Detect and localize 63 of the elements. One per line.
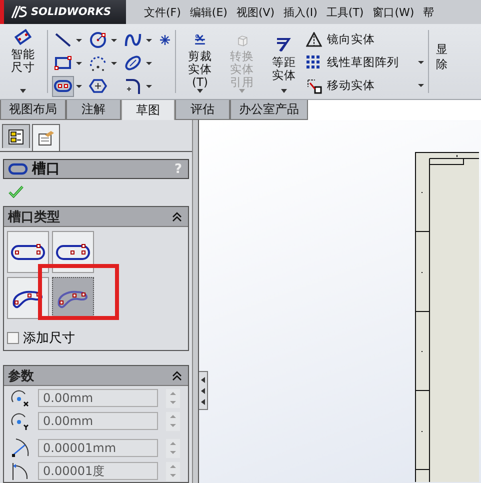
menu-item[interactable]: 帮 <box>423 4 434 20</box>
dropdown-arrow-icon[interactable] <box>76 84 82 88</box>
center-point-icon <box>10 411 30 431</box>
group-title: 槽口类型 <box>8 208 60 226</box>
move-icon <box>306 78 322 94</box>
angle-icon <box>10 461 30 481</box>
panel-splitter[interactable] <box>192 120 199 483</box>
group-title: 参数 <box>8 368 34 384</box>
ribbon-tab[interactable]: 办公室产品 <box>230 100 308 120</box>
offset-entities-button[interactable]: 等距实体 <box>264 28 304 99</box>
smart-dimension-button[interactable]: 智能尺寸 <box>3 28 43 99</box>
menu-item[interactable]: 工具(T) <box>326 4 364 20</box>
collapse-icon[interactable] <box>172 370 182 380</box>
dimension-icon <box>14 28 32 46</box>
ribbon-tab[interactable]: 视图布局 <box>0 100 66 120</box>
value-field[interactable]: 0.00mm <box>38 389 158 407</box>
menu-item[interactable]: 窗口(W) <box>372 4 414 20</box>
mirror-entities-button[interactable]: 镜向实体 <box>306 32 375 48</box>
dropdown-arrow-icon[interactable] <box>76 38 82 42</box>
dropdown-arrow-icon[interactable] <box>418 61 424 64</box>
panel-collapse-handle[interactable] <box>199 371 208 410</box>
logo-icon <box>10 4 28 20</box>
dropdown-arrow-icon[interactable] <box>111 38 117 42</box>
dropdown-arrow-icon[interactable] <box>76 62 82 64</box>
panel-title: 槽口 <box>32 160 60 178</box>
value-field[interactable]: 0.00001度 <box>38 462 158 480</box>
point-icon[interactable] <box>159 34 171 46</box>
ribbon-tab[interactable]: 草图 <box>121 100 175 122</box>
value-field[interactable]: 0.00mm <box>38 412 158 430</box>
brand-name: SOLIDWORKS <box>31 6 112 18</box>
property-manager-tab[interactable] <box>32 124 60 151</box>
collapse-icon[interactable] <box>172 212 182 222</box>
slot-type-option[interactable] <box>52 231 94 273</box>
slot-icon <box>8 163 28 175</box>
warning-triangle-icon <box>306 32 322 48</box>
checkbox[interactable] <box>7 332 19 344</box>
trim-entities-button[interactable]: 剪裁实体(T) <box>180 28 220 99</box>
ribbon-tab[interactable]: 注解 <box>66 100 121 120</box>
clipboard-icon <box>37 130 55 146</box>
value-field[interactable]: 0.00001mm <box>38 439 158 457</box>
feature-tree-tab[interactable] <box>2 124 30 148</box>
slot-type-option[interactable] <box>7 231 49 273</box>
dropdown-arrow-icon[interactable] <box>418 84 424 87</box>
dropdown-arrow-icon[interactable] <box>111 62 117 64</box>
circle-tool-button[interactable] <box>87 30 109 50</box>
slot-tool-button[interactable] <box>52 76 74 96</box>
pattern-entities-button[interactable]: 线性草图阵列 <box>306 54 399 70</box>
center-point-icon <box>10 388 30 408</box>
menu-item[interactable]: 文件(F) <box>144 4 181 20</box>
dot-grid-icon <box>306 54 322 70</box>
dropdown-arrow-icon[interactable] <box>146 38 152 42</box>
ribbon-tab[interactable]: 评估 <box>175 100 230 120</box>
menu-item[interactable]: 插入(I) <box>284 4 318 20</box>
radius-icon <box>10 438 30 458</box>
dropdown-arrow-icon[interactable] <box>146 62 152 64</box>
menu-item[interactable]: 编辑(E) <box>190 4 228 20</box>
move-entities-button[interactable]: 移动实体 <box>306 78 375 94</box>
dropdown-arrow-icon[interactable] <box>146 84 152 88</box>
tree-icon <box>8 128 24 144</box>
menu-item[interactable]: 视图(V) <box>236 4 275 20</box>
checkbox-label: 添加尺寸 <box>23 330 75 347</box>
confirm-check-icon[interactable] <box>6 185 26 198</box>
display-relations-button[interactable]: 显 除 <box>433 28 448 99</box>
